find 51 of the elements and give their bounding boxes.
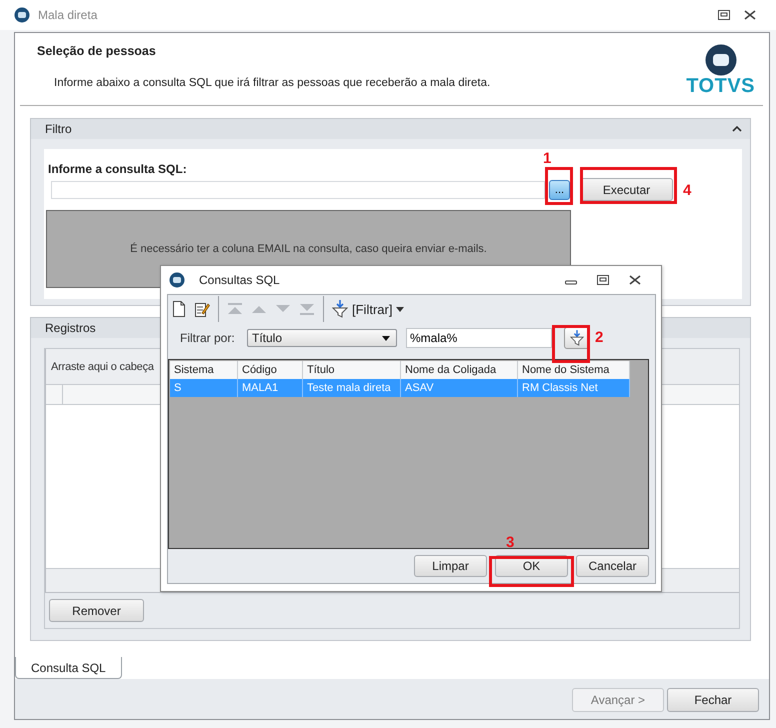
app-logo-icon: [14, 7, 30, 23]
app-logo-icon: [169, 272, 185, 288]
chevron-icon[interactable]: [732, 126, 742, 132]
table-cell: MALA1: [238, 379, 303, 397]
table-cell: ASAV: [401, 379, 518, 397]
window-title: Mala direta: [38, 8, 98, 22]
restore-icon[interactable]: [718, 10, 730, 20]
filter-value-field[interactable]: %mala%: [406, 328, 552, 348]
logo-text: TOTVS: [686, 76, 755, 96]
restore-icon[interactable]: [597, 275, 609, 285]
table-cell: RM Classis Net: [518, 379, 630, 397]
tab[interactable]: Consulta SQL: [15, 657, 122, 679]
column-header[interactable]: Sistema: [170, 361, 238, 379]
dialog-button[interactable]: Cancelar: [576, 555, 649, 577]
group-hint: Arraste aqui o cabeça: [51, 360, 154, 372]
funnel-icon: [332, 300, 348, 318]
table-cell: S: [170, 379, 238, 397]
column-header[interactable]: Nome da Coligada: [401, 361, 518, 379]
dialog-button[interactable]: Limpar: [414, 555, 487, 577]
footer-button[interactable]: Fechar: [667, 688, 759, 712]
close-icon[interactable]: [629, 275, 641, 285]
highlight-box: [545, 167, 573, 205]
step-number: 3: [506, 534, 514, 551]
execute-button[interactable]: Executar: [580, 178, 673, 201]
step-number: 2: [595, 329, 604, 346]
column-header[interactable]: Nome do Sistema: [518, 361, 630, 379]
sql-label: Informe a consulta SQL:: [48, 162, 188, 176]
browse-button[interactable]: ...: [549, 180, 570, 200]
logo-icon: [704, 44, 737, 76]
notice-text: É necessário ter a coluna EMAIL na consulta, caso queira enviar e-mails.: [130, 243, 487, 255]
filter-by-label: Filtrar por:: [180, 331, 236, 345]
close-icon[interactable]: [744, 10, 756, 20]
new-document-icon[interactable]: [172, 301, 186, 317]
panel-title: Registros: [45, 321, 96, 335]
caret-icon: [382, 336, 390, 340]
funnel-icon: [570, 330, 584, 346]
dialog-title: Consultas SQL: [199, 273, 280, 287]
filter-field-dropdown[interactable]: Título: [247, 329, 397, 347]
edit-document-icon[interactable]: [194, 301, 210, 317]
column-header[interactable]: Código: [238, 361, 303, 379]
page-description: Informe abaixo a consulta SQL que irá filtrar as pessoas que receberão a mala direta.: [53, 77, 492, 89]
sql-field[interactable]: [51, 180, 545, 198]
highlight-box: [552, 325, 590, 363]
page-title: Seleção de pessoas: [37, 44, 157, 58]
step-number: 1: [543, 150, 552, 167]
remove-button[interactable]: Remover: [49, 599, 144, 622]
panel-title: Filtro: [45, 122, 72, 136]
table-cell: Teste mala direta: [303, 379, 401, 397]
filter-menu-button[interactable]: [Filtrar]: [332, 300, 404, 318]
column-header[interactable]: Título: [303, 361, 401, 379]
step-number: 4: [683, 182, 692, 199]
